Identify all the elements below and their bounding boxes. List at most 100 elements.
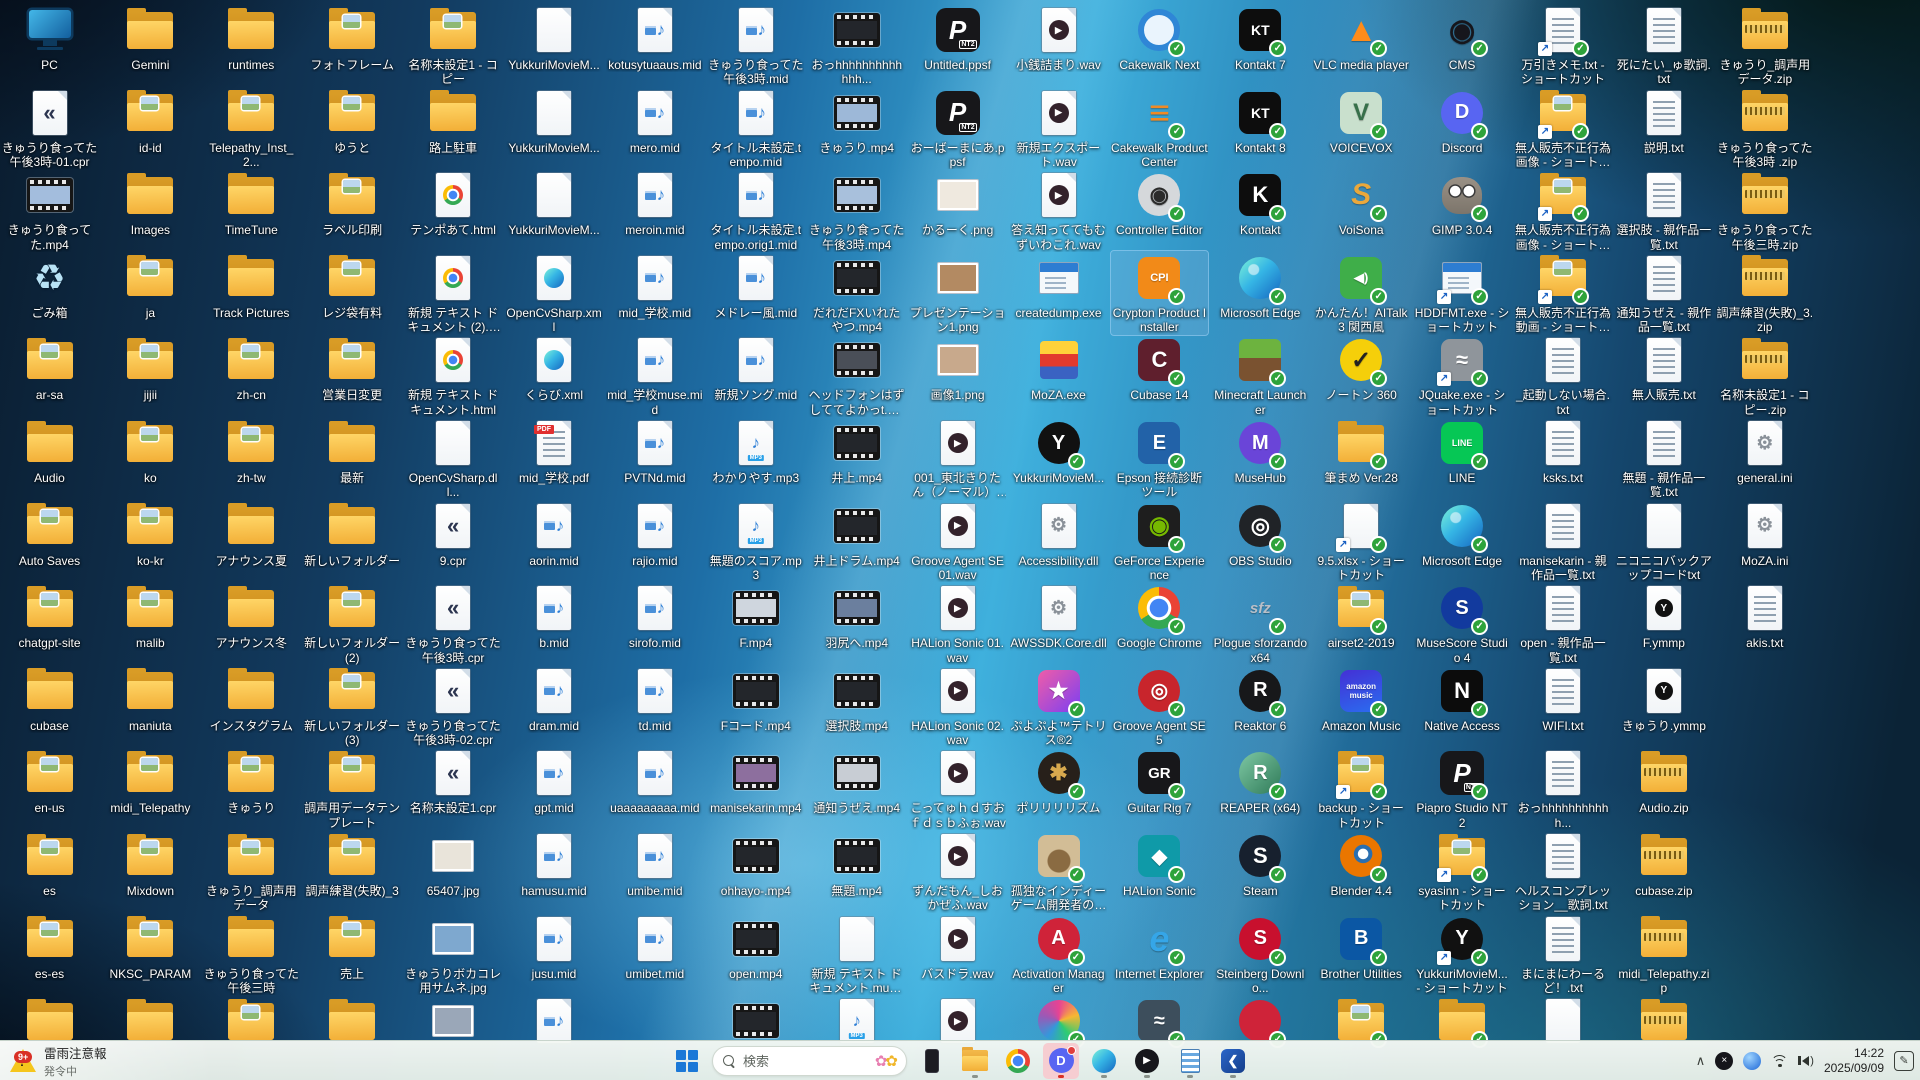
desktop-icon[interactable]: ▶答え知っててもむずいわこれ.wav: [1010, 168, 1107, 252]
desktop-icon[interactable]: アナウンス夏: [203, 499, 300, 568]
desktop-icon[interactable]: es: [1, 829, 98, 898]
desktop-icon[interactable]: cubase.zip: [1615, 829, 1712, 898]
desktop-icon[interactable]: E✓Epson 接続診断ツール: [1111, 416, 1208, 500]
desktop-icon[interactable]: ♪umibet.mid: [606, 912, 703, 981]
desktop-icon[interactable]: Gemini: [102, 3, 199, 72]
desktop-icon[interactable]: ♪kotusytuaaus.mid: [606, 3, 703, 72]
desktop-icon[interactable]: ♪gpt.mid: [506, 746, 603, 815]
desktop-icon[interactable]: maniuta: [102, 664, 199, 733]
desktop-icon[interactable]: ✓Blender 4.4: [1313, 829, 1410, 898]
desktop-icon[interactable]: ▶小銭詰まり.wav: [1010, 3, 1107, 72]
desktop-icon[interactable]: midi_Telepathy.zip: [1615, 912, 1712, 996]
desktop-icon[interactable]: ♪mid_学校.mid: [606, 251, 703, 320]
desktop-icon[interactable]: F.mp4: [707, 581, 804, 650]
desktop-icon[interactable]: ♪新規ソング.mid: [707, 333, 804, 402]
desktop-icon[interactable]: きゅうり: [203, 746, 300, 815]
desktop-icon[interactable]: ✓airset2-2019: [1313, 581, 1410, 650]
desktop-icon[interactable]: ✓↗HDDFMT.exe - ショートカット: [1414, 251, 1511, 335]
desktop-icon[interactable]: 売上: [304, 912, 401, 981]
desktop-icon[interactable]: 説明.txt: [1615, 86, 1712, 155]
desktop-icon[interactable]: OpenCvSharp.dll...: [405, 416, 502, 500]
desktop-icon[interactable]: フォトフレーム: [304, 3, 401, 72]
desktop-icon[interactable]: 新しいフォルダー (3): [304, 664, 401, 748]
desktop-icon[interactable]: ✓Microsoft Edge: [1414, 499, 1511, 568]
desktop-icon[interactable]: きゅうり食ってた午後三時: [203, 912, 300, 996]
desktop-icon[interactable]: CPI✓Crypton Product Installer: [1111, 251, 1208, 335]
desktop-icon[interactable]: ◆✓HALion Sonic: [1111, 829, 1208, 898]
desktop-icon[interactable]: D✓Discord: [1414, 86, 1511, 155]
desktop-icon[interactable]: open - 親作品一覧.txt: [1515, 581, 1612, 665]
desktop-icon[interactable]: ♪sirofo.mid: [606, 581, 703, 650]
desktop-icon[interactable]: ♪meroin.mid: [606, 168, 703, 237]
desktop-icon[interactable]: ◉✓Controller Editor: [1111, 168, 1208, 237]
desktop-icon[interactable]: A✓Activation Manager: [1010, 912, 1107, 996]
desktop-icon[interactable]: ⚙general.ini: [1716, 416, 1813, 485]
desktop-icon[interactable]: ksks.txt: [1515, 416, 1612, 485]
desktop-icon[interactable]: ◎✓Groove Agent SE 5: [1111, 664, 1208, 748]
desktop-icon[interactable]: open.mp4: [707, 912, 804, 981]
desktop-icon[interactable]: 井上.mp4: [808, 416, 905, 485]
desktop-icon[interactable]: ✓Minecraft Launcher: [1212, 333, 1309, 417]
desktop-icon[interactable]: 新しいフォルダー: [304, 499, 401, 568]
desktop-icon[interactable]: ko-kr: [102, 499, 199, 568]
desktop-icon[interactable]: きゅうり食ってた午後3時.mp4: [808, 168, 905, 252]
desktop-icon[interactable]: ♪b.mid: [506, 581, 603, 650]
desktop-icon[interactable]: ▶001_東北きりたん（ノーマル）_今じゃ...: [909, 416, 1006, 500]
desktop-icon[interactable]: ゆうと: [304, 86, 401, 155]
desktop-icon[interactable]: ✓↗無人販売不正行為 動画 - ショートカット: [1515, 251, 1612, 335]
desktop-icon[interactable]: ♪jusu.mid: [506, 912, 603, 981]
start-button[interactable]: [669, 1043, 705, 1079]
desktop-icon[interactable]: ★✓ぷよぷよ™テトリス®2: [1010, 664, 1107, 748]
desktop-icon[interactable]: _起動しない場合.txt: [1515, 333, 1612, 417]
desktop-icon[interactable]: akis.txt: [1716, 581, 1813, 650]
desktop-icon[interactable]: e✓Internet Explorer: [1111, 912, 1208, 981]
desktop-icon[interactable]: きゅうり食ってた午後3時 .zip: [1716, 86, 1813, 170]
tray-x-app-icon[interactable]: ×: [1715, 1052, 1733, 1070]
desktop-icon[interactable]: YF.ymmp: [1615, 581, 1712, 650]
desktop-icon[interactable]: ✱✓ポリリリリズム: [1010, 746, 1107, 815]
desktop-icon[interactable]: 選択肢 - 親作品一覧.txt: [1615, 168, 1712, 252]
desktop-icon[interactable]: Mixdown: [102, 829, 199, 898]
desktop[interactable]: PCGeminiruntimesフォトフレーム名称未設定1 - コピーYukku…: [0, 0, 1920, 1080]
desktop-icon[interactable]: Y✓YukkuriMovieM...: [1010, 416, 1107, 485]
pen-input-icon[interactable]: ✎: [1894, 1051, 1914, 1071]
desktop-icon[interactable]: テンポあて.html: [405, 168, 502, 237]
desktop-icon[interactable]: YukkuriMovieM...: [506, 168, 603, 237]
desktop-icon[interactable]: ♪PVTNd.mid: [606, 416, 703, 485]
desktop-icon[interactable]: ✓↗9.5.xlsx - ショートカット: [1313, 499, 1410, 583]
desktop-icon[interactable]: ♪dram.mid: [506, 664, 603, 733]
desktop-icon[interactable]: Track Pictures: [203, 251, 300, 320]
desktop-icon[interactable]: 名称未設定1 - コピー: [405, 3, 502, 87]
desktop-icon[interactable]: ♪タイトル未設定.tempo.mid: [707, 86, 804, 170]
desktop-icon[interactable]: «9.cpr: [405, 499, 502, 568]
desktop-icon[interactable]: S✓MuseScore Studio 4: [1414, 581, 1511, 665]
desktop-icon[interactable]: プレゼンテーション1.png: [909, 251, 1006, 335]
desktop-icon[interactable]: ◀)✓かんたん！AITalk 3 関西風: [1313, 251, 1410, 335]
desktop-icon[interactable]: B✓Brother Utilities: [1313, 912, 1410, 981]
desktop-icon[interactable]: 路上駐車: [405, 86, 502, 155]
desktop-icon[interactable]: ▶こってゅｈｄすおｆｄｓｂふぉ.wav: [909, 746, 1006, 830]
desktop-icon[interactable]: きゅうり_調声用データ.zip: [1716, 3, 1813, 87]
desktop-icon[interactable]: ♪umibe.mid: [606, 829, 703, 898]
desktop-icon[interactable]: 新規 テキスト ドキュメント.musicxml: [808, 912, 905, 996]
desktop-icon[interactable]: PC: [1, 3, 98, 72]
desktop-icon[interactable]: ✓Cakewalk Next: [1111, 3, 1208, 72]
desktop-icon[interactable]: ニコニコバックアップコードtxt: [1615, 499, 1712, 583]
desktop-icon[interactable]: 営業日変更: [304, 333, 401, 402]
desktop-icon[interactable]: PNT2おーばーまにあ.ppsf: [909, 86, 1006, 170]
desktop-icon[interactable]: 無題 - 親作品一覧.txt: [1615, 416, 1712, 500]
desktop-icon[interactable]: 羽尻へ.mp4: [808, 581, 905, 650]
desktop-icon[interactable]: 調声練習(失敗)_3.zip: [1716, 251, 1813, 335]
desktop-icon[interactable]: id-id: [102, 86, 199, 155]
desktop-icon[interactable]: ヘッドフォンはずしててよかっt.mp4: [808, 333, 905, 417]
taskbar-app-chrome[interactable]: [1000, 1043, 1036, 1079]
desktop-icon[interactable]: ✓Microsoft Edge: [1212, 251, 1309, 320]
desktop-icon[interactable]: ▶ずんだもん_しおかぜふ.wav: [909, 829, 1006, 913]
desktop-icon[interactable]: レジ袋有料: [304, 251, 401, 320]
desktop-icon[interactable]: ≈✓↗JQuake.exe - ショートカット: [1414, 333, 1511, 417]
desktop-icon[interactable]: おっhhhhhhhhhhh...: [1515, 746, 1612, 830]
desktop-icon[interactable]: 死にたい_ゅ歌詞.txt: [1615, 3, 1712, 87]
desktop-icon[interactable]: Telepathy_Inst_2...: [203, 86, 300, 170]
desktop-icon[interactable]: ⚙Accessibility.dll: [1010, 499, 1107, 568]
desktop-icon[interactable]: «名称未設定1.cpr: [405, 746, 502, 815]
